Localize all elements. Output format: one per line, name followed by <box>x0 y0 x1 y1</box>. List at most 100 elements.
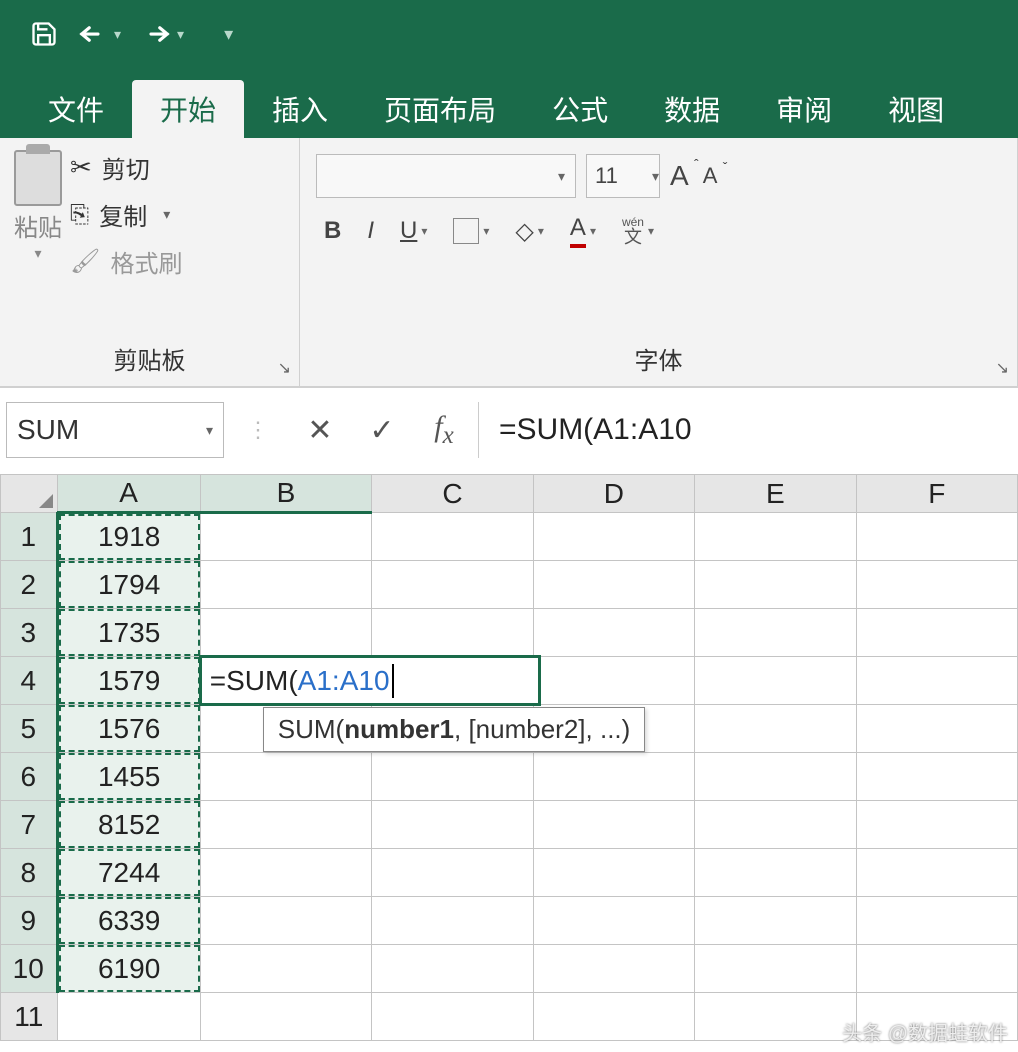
cell-F9[interactable] <box>856 897 1017 945</box>
cell-C10[interactable] <box>372 945 533 993</box>
row-header-2[interactable]: 2 <box>1 561 58 609</box>
cell-E2[interactable] <box>695 561 856 609</box>
cell-F10[interactable] <box>856 945 1017 993</box>
cell-F5[interactable] <box>856 705 1017 753</box>
row-header-3[interactable]: 3 <box>1 609 58 657</box>
cell-C8[interactable] <box>372 849 533 897</box>
font-name-dropdown[interactable]: ▾ <box>316 154 576 198</box>
cut-button[interactable]: ✂ 剪切 <box>70 150 182 185</box>
row-header-1[interactable]: 1 <box>1 513 58 561</box>
column-header-A[interactable]: A <box>57 475 200 513</box>
cell-B4[interactable]: =SUM(A1:A10 SUM(number1, [number2], ...) <box>200 657 372 705</box>
cell-E5[interactable] <box>695 705 856 753</box>
cell-E8[interactable] <box>695 849 856 897</box>
cell-B3[interactable] <box>200 609 372 657</box>
formula-bar[interactable]: =SUM(A1:A10 <box>478 402 1012 458</box>
cell-E10[interactable] <box>695 945 856 993</box>
column-header-C[interactable]: C <box>372 475 533 513</box>
clipboard-dialog-launcher-icon[interactable]: ↘ <box>278 358 291 378</box>
cell-D3[interactable] <box>533 609 694 657</box>
spreadsheet-grid[interactable]: A B C D E F 11918 21794 31735 41579 =SUM… <box>0 474 1018 1041</box>
tab-page-layout[interactable]: 页面布局 <box>356 80 524 138</box>
cell-E3[interactable] <box>695 609 856 657</box>
row-header-5[interactable]: 5 <box>1 705 58 753</box>
confirm-edit-button[interactable]: ✓ <box>354 402 410 458</box>
cell-A2[interactable]: 1794 <box>57 561 200 609</box>
cell-D6[interactable] <box>533 753 694 801</box>
border-button[interactable]: ▾ <box>445 218 497 244</box>
paste-button[interactable]: 粘贴 ▾ <box>14 150 62 335</box>
tab-view[interactable]: 视图 <box>860 80 972 138</box>
cell-E7[interactable] <box>695 801 856 849</box>
cell-editor[interactable]: =SUM(A1:A10 <box>199 655 542 706</box>
customize-qat-icon[interactable]: ▾ <box>224 24 233 45</box>
tab-file[interactable]: 文件 <box>20 80 132 138</box>
row-header-6[interactable]: 6 <box>1 753 58 801</box>
cell-D10[interactable] <box>533 945 694 993</box>
row-header-11[interactable]: 11 <box>1 993 58 1041</box>
cell-A1[interactable]: 1918 <box>57 513 200 561</box>
cell-C9[interactable] <box>372 897 533 945</box>
select-all-corner[interactable] <box>1 475 58 513</box>
cell-B9[interactable] <box>200 897 372 945</box>
cell-F8[interactable] <box>856 849 1017 897</box>
row-header-7[interactable]: 7 <box>1 801 58 849</box>
cell-B6[interactable] <box>200 753 372 801</box>
paste-dropdown-icon[interactable]: ▾ <box>34 245 41 262</box>
cell-D9[interactable] <box>533 897 694 945</box>
phonetic-button[interactable]: wén文▾ <box>614 216 662 246</box>
format-painter-button[interactable]: 🖌 格式刷 <box>70 244 182 279</box>
underline-button[interactable]: U▾ <box>392 217 435 245</box>
cell-D11[interactable] <box>533 993 694 1041</box>
cell-A5[interactable]: 1576 <box>57 705 200 753</box>
cell-D1[interactable] <box>533 513 694 561</box>
save-button[interactable] <box>30 20 58 48</box>
cell-B11[interactable] <box>200 993 372 1041</box>
cell-D7[interactable] <box>533 801 694 849</box>
tab-data[interactable]: 数据 <box>636 80 748 138</box>
cell-A4[interactable]: 1579 <box>57 657 200 705</box>
cell-E1[interactable] <box>695 513 856 561</box>
cell-A11[interactable] <box>57 993 200 1041</box>
cell-C6[interactable] <box>372 753 533 801</box>
row-header-10[interactable]: 10 <box>1 945 58 993</box>
name-box[interactable]: SUM ▾ <box>6 402 224 458</box>
redo-button[interactable]: ▾ <box>141 22 184 46</box>
cell-D8[interactable] <box>533 849 694 897</box>
undo-dropdown-icon[interactable]: ▾ <box>114 26 121 43</box>
cell-C3[interactable] <box>372 609 533 657</box>
name-box-dropdown-icon[interactable]: ▾ <box>206 422 213 439</box>
cell-F3[interactable] <box>856 609 1017 657</box>
row-header-8[interactable]: 8 <box>1 849 58 897</box>
cancel-edit-button[interactable]: ✕ <box>292 402 348 458</box>
tab-formula[interactable]: 公式 <box>524 80 636 138</box>
tab-insert[interactable]: 插入 <box>244 80 356 138</box>
cell-B8[interactable] <box>200 849 372 897</box>
copy-dropdown-icon[interactable]: ▾ <box>163 206 170 223</box>
font-size-dropdown[interactable]: 11▾ <box>586 154 660 198</box>
cell-B1[interactable] <box>200 513 372 561</box>
cell-E4[interactable] <box>695 657 856 705</box>
cell-C2[interactable] <box>372 561 533 609</box>
column-header-F[interactable]: F <box>856 475 1017 513</box>
cell-A9[interactable]: 6339 <box>57 897 200 945</box>
cell-F6[interactable] <box>856 753 1017 801</box>
fill-color-button[interactable]: ◇▾ <box>507 217 552 246</box>
cell-F2[interactable] <box>856 561 1017 609</box>
cell-C7[interactable] <box>372 801 533 849</box>
italic-button[interactable]: I <box>359 217 382 245</box>
tab-review[interactable]: 审阅 <box>748 80 860 138</box>
cell-D4[interactable] <box>533 657 694 705</box>
cell-B2[interactable] <box>200 561 372 609</box>
cell-F1[interactable] <box>856 513 1017 561</box>
cell-A7[interactable]: 8152 <box>57 801 200 849</box>
cell-D2[interactable] <box>533 561 694 609</box>
cell-B10[interactable] <box>200 945 372 993</box>
undo-button[interactable]: ▾ <box>78 22 121 46</box>
cell-F4[interactable] <box>856 657 1017 705</box>
cell-A8[interactable]: 7244 <box>57 849 200 897</box>
font-dialog-launcher-icon[interactable]: ↘ <box>996 358 1009 378</box>
font-color-button[interactable]: A▾ <box>562 214 604 248</box>
tab-home[interactable]: 开始 <box>132 80 244 138</box>
cell-C11[interactable] <box>372 993 533 1041</box>
